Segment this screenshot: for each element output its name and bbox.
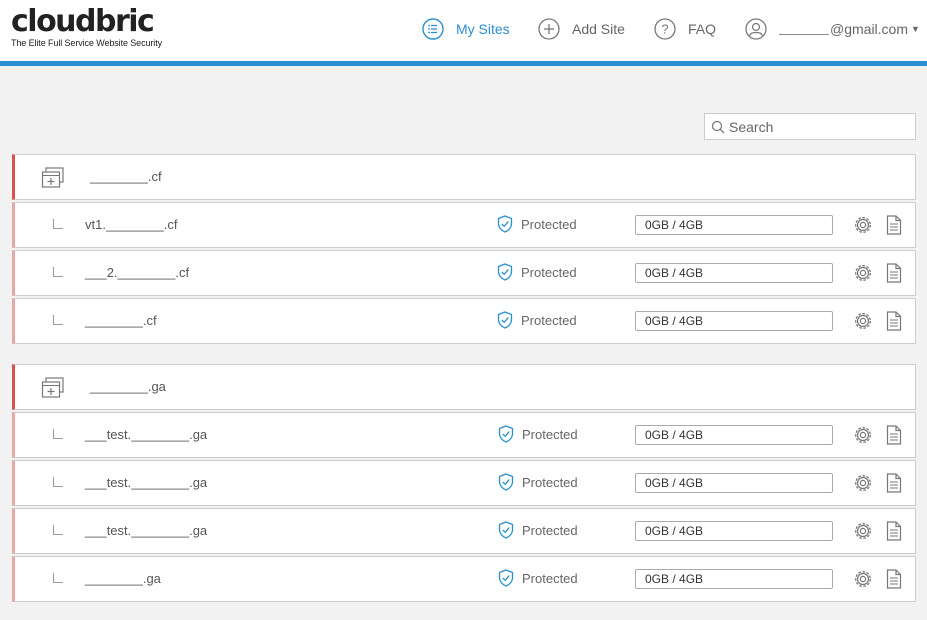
site-domain: vt1.________.cf	[85, 217, 178, 232]
site-domain: ___test.________.ga	[85, 523, 208, 538]
gear-icon[interactable]	[853, 425, 873, 450]
tree-branch-icon	[53, 573, 63, 583]
chevron-down-icon: ▼	[911, 24, 920, 34]
site-row[interactable]: ___test.________.ga Protected 0GB / 4GB	[12, 412, 916, 458]
search-input[interactable]	[729, 118, 909, 135]
usage-bar: 0GB / 4GB	[635, 569, 833, 589]
site-domain: ___2.________.cf	[85, 265, 190, 280]
nav-faq-label: FAQ	[688, 21, 717, 37]
site-domain: ___test.________.ga	[85, 475, 208, 490]
cloudbric-logo[interactable]: cloudbric The Elite Full Service Website…	[11, 4, 162, 49]
group-domain: ________.ga	[90, 379, 166, 394]
tree-branch-icon	[53, 315, 63, 325]
report-document-icon[interactable]	[885, 311, 903, 336]
report-document-icon[interactable]	[885, 569, 903, 594]
status-badge: Protected	[497, 311, 577, 329]
tree-branch-icon	[53, 429, 63, 439]
status-label: Protected	[521, 264, 577, 280]
header-accent-bar	[0, 61, 927, 66]
status-badge: Protected	[498, 473, 578, 491]
nav-add-site-label: Add Site	[572, 21, 625, 37]
site-row[interactable]: ___2.________.cf Protected 0GB / 4GB	[12, 250, 916, 296]
site-row[interactable]: ________.ga Protected 0GB / 4GB	[12, 556, 916, 602]
site-domain: ________.ga	[85, 571, 161, 586]
gear-icon[interactable]	[853, 569, 873, 594]
report-document-icon[interactable]	[885, 215, 903, 240]
svg-text:?: ?	[661, 22, 668, 37]
status-badge: Protected	[498, 425, 578, 443]
site-group-icon	[41, 167, 65, 194]
usage-bar: 0GB / 4GB	[635, 473, 833, 493]
usage-bar: 0GB / 4GB	[635, 425, 833, 445]
status-badge: Protected	[498, 521, 578, 539]
shield-check-icon	[498, 569, 514, 587]
tree-branch-icon	[53, 477, 63, 487]
user-email-redacted	[779, 23, 829, 35]
report-document-icon[interactable]	[885, 521, 903, 546]
plus-circle-icon	[538, 18, 560, 40]
shield-check-icon	[497, 215, 513, 233]
gear-icon[interactable]	[853, 521, 873, 546]
status-label: Protected	[522, 474, 578, 490]
gear-icon[interactable]	[853, 473, 873, 498]
user-circle-icon	[745, 18, 767, 40]
site-row[interactable]: ________.cf Protected 0GB / 4GB	[12, 298, 916, 344]
search-icon	[711, 120, 725, 133]
gear-icon[interactable]	[853, 311, 873, 336]
gear-icon[interactable]	[853, 215, 873, 240]
usage-bar: 0GB / 4GB	[635, 311, 833, 331]
report-document-icon[interactable]	[885, 425, 903, 450]
question-circle-icon: ?	[654, 18, 676, 40]
nav-my-sites-label: My Sites	[456, 21, 510, 37]
site-row[interactable]: vt1.________.cf Protected 0GB / 4GB	[12, 202, 916, 248]
shield-check-icon	[497, 311, 513, 329]
user-email-label: @gmail.com	[830, 21, 909, 37]
status-badge: Protected	[498, 569, 578, 587]
status-badge: Protected	[497, 263, 577, 281]
site-row[interactable]: ___test.________.ga Protected 0GB / 4GB	[12, 508, 916, 554]
site-group-icon	[41, 377, 65, 404]
group-domain: ________.cf	[90, 169, 162, 184]
status-label: Protected	[521, 216, 577, 232]
logo-wordmark: cloudbric	[11, 4, 155, 39]
nav-add-site[interactable]: Add Site	[538, 17, 625, 41]
logo-tagline: The Elite Full Service Website Security	[11, 38, 162, 48]
shield-check-icon	[498, 425, 514, 443]
shield-check-icon	[498, 521, 514, 539]
search-box[interactable]	[704, 113, 916, 140]
site-row[interactable]: ___test.________.ga Protected 0GB / 4GB	[12, 460, 916, 506]
domain-group-row[interactable]: ________.ga	[12, 364, 916, 410]
shield-check-icon	[497, 263, 513, 281]
shield-check-icon	[498, 473, 514, 491]
gear-icon[interactable]	[853, 263, 873, 288]
tree-branch-icon	[53, 219, 63, 229]
tree-branch-icon	[53, 525, 63, 535]
usage-bar: 0GB / 4GB	[635, 521, 833, 541]
report-document-icon[interactable]	[885, 263, 903, 288]
nav-my-sites[interactable]: My Sites	[422, 17, 510, 41]
user-menu[interactable]: @gmail.com ▼	[745, 17, 920, 41]
site-domain: ___test.________.ga	[85, 427, 208, 442]
status-label: Protected	[522, 426, 578, 442]
report-document-icon[interactable]	[885, 473, 903, 498]
list-circle-icon	[422, 18, 444, 40]
domain-group-row[interactable]: ________.cf	[12, 154, 916, 200]
usage-bar: 0GB / 4GB	[635, 215, 833, 235]
status-label: Protected	[521, 312, 577, 328]
status-label: Protected	[522, 570, 578, 586]
status-badge: Protected	[497, 215, 577, 233]
usage-bar: 0GB / 4GB	[635, 263, 833, 283]
header: cloudbric The Elite Full Service Website…	[0, 0, 927, 62]
site-domain: ________.cf	[85, 313, 157, 328]
nav-faq[interactable]: ? FAQ	[654, 17, 716, 41]
tree-branch-icon	[53, 267, 63, 277]
status-label: Protected	[522, 522, 578, 538]
